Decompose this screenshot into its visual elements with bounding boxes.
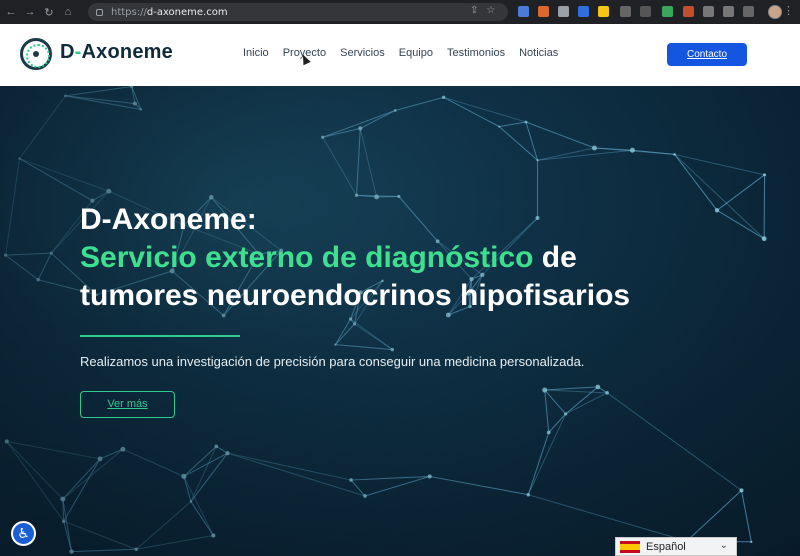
spain-flag-icon	[620, 540, 640, 553]
home-icon[interactable]: ⌂	[60, 6, 76, 18]
hero-title-accent: Servicio externo de diagnóstico	[80, 241, 534, 274]
chevron-down-icon: ⌄	[719, 540, 728, 551]
url-protocol: https://	[111, 6, 147, 18]
nav-inicio[interactable]: Inicio	[243, 47, 269, 59]
language-label: Español	[646, 540, 686, 553]
forward-icon[interactable]: →	[22, 6, 38, 18]
language-selector[interactable]: Español ⌄	[615, 537, 737, 556]
menu-icon[interactable]: ⋮	[783, 4, 794, 17]
main-nav: Inicio Proyecto Servicios Equipo Testimo…	[243, 47, 572, 59]
sidebar-icon[interactable]	[743, 6, 754, 17]
extension-icon[interactable]	[683, 6, 694, 17]
nav-testimonios[interactable]: Testimonios	[447, 47, 505, 59]
reload-icon[interactable]: ↻	[41, 6, 57, 19]
extension-icon[interactable]	[538, 6, 549, 17]
logo-text[interactable]: D-Axoneme	[60, 41, 173, 64]
extension-icon[interactable]	[598, 6, 609, 17]
ver-mas-button[interactable]: Ver más	[80, 391, 175, 418]
accessibility-icon[interactable]: ♿	[11, 521, 36, 546]
back-icon[interactable]: ←	[3, 6, 19, 18]
extension-icon[interactable]	[518, 6, 529, 17]
hero-title-line1: D-Axoneme:	[80, 203, 257, 236]
hero-title-rest: de	[533, 241, 577, 274]
star-icon[interactable]: ☆	[486, 5, 495, 16]
logo-icon[interactable]	[20, 38, 52, 70]
puzzle-icon[interactable]	[723, 6, 734, 17]
share-icon[interactable]: ⇪	[470, 5, 478, 16]
extension-icon[interactable]	[558, 6, 569, 17]
nav-equipo[interactable]: Equipo	[399, 47, 433, 59]
contact-button[interactable]: Contacto	[667, 43, 747, 66]
lock-icon	[96, 8, 103, 16]
hero-subtitle: Realizamos una investigación de precisió…	[80, 354, 585, 369]
address-bar[interactable]: https://d-axoneme.com	[88, 3, 508, 21]
extension-icon[interactable]	[640, 6, 651, 17]
url-host: d-axoneme.com	[146, 6, 228, 18]
browser-toolbar: ← → ↻ ⌂ https://d-axoneme.com ⇪ ☆ ⋮	[0, 0, 800, 24]
hero-title-line3: tumores neuroendocrinos hipofisarios	[80, 279, 631, 312]
profile-avatar[interactable]	[768, 5, 782, 19]
nav-servicios[interactable]: Servicios	[340, 47, 385, 59]
hero-title-line2: Servicio externo de diagnóstico de	[80, 240, 577, 276]
nav-noticias[interactable]: Noticias	[519, 47, 558, 59]
extension-icon[interactable]	[578, 6, 589, 17]
hero-section: D-Axoneme: Servicio externo de diagnósti…	[0, 86, 800, 556]
logo-prefix: D	[60, 41, 75, 63]
hero-divider	[80, 335, 240, 337]
site-header: D-Axoneme Inicio Proyecto Servicios Equi…	[0, 24, 800, 86]
extension-icon[interactable]	[703, 6, 714, 17]
extension-icon[interactable]	[662, 6, 673, 17]
logo-name: Axoneme	[81, 41, 173, 63]
logo-dash: -	[74, 41, 82, 63]
extension-icon[interactable]	[620, 6, 631, 17]
